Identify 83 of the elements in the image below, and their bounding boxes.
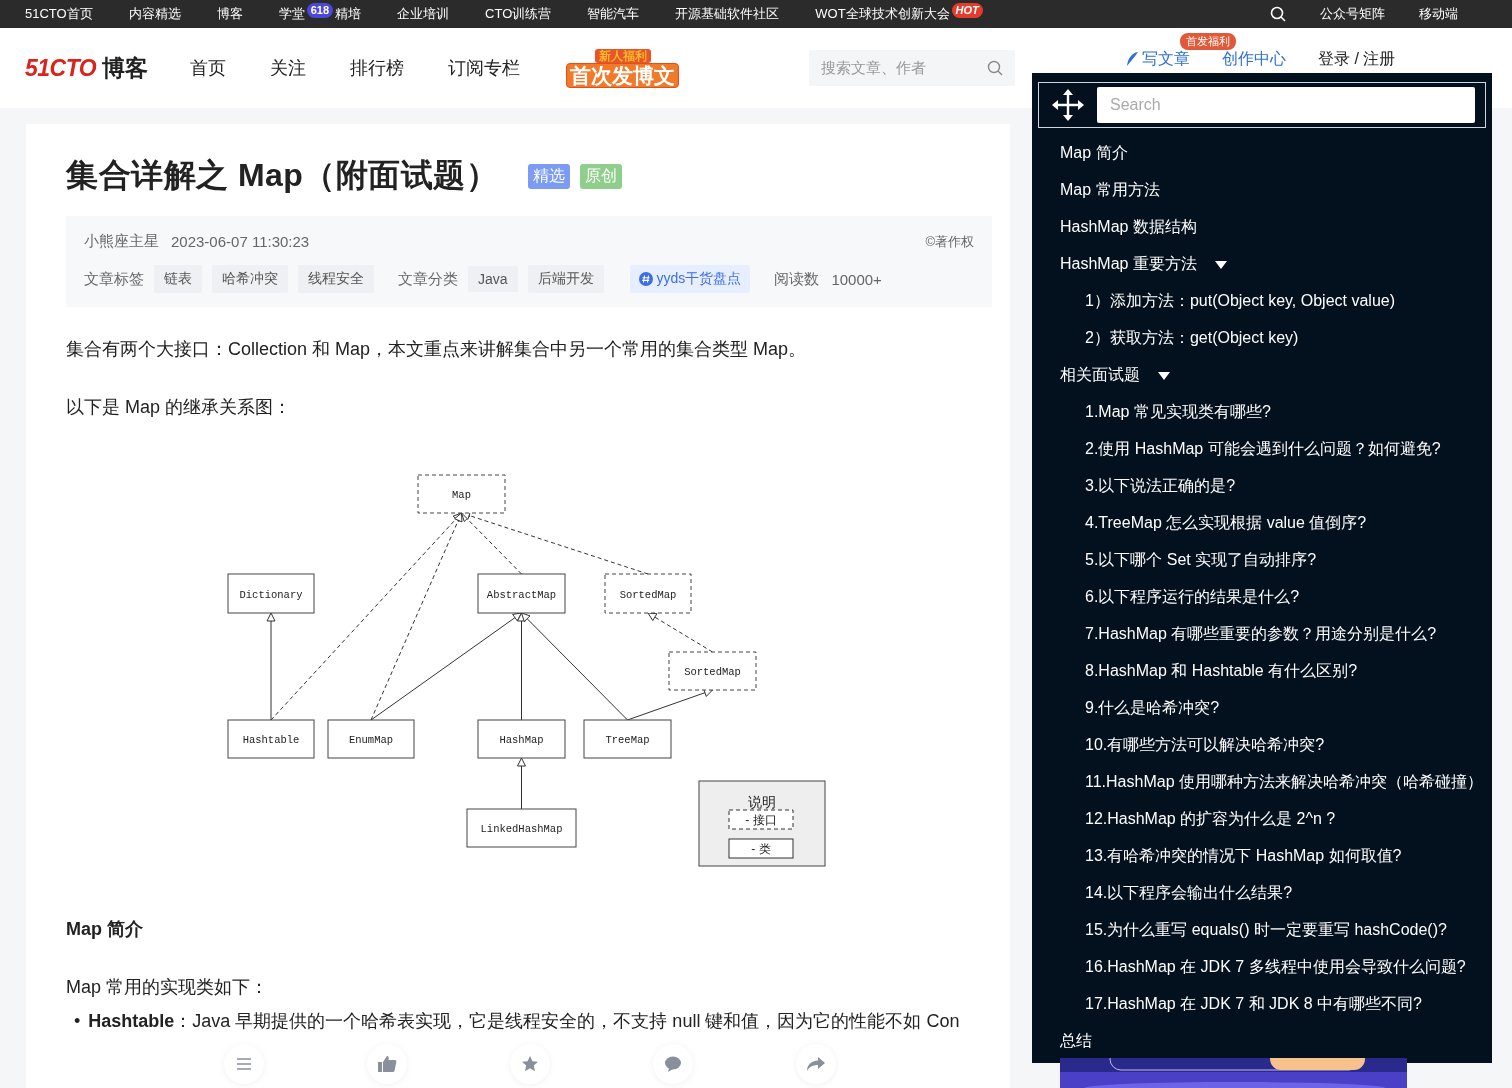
toc-item[interactable]: 16.HashMap 在 JDK 7 多线程中使用会导致什么问题? bbox=[1085, 957, 1466, 978]
toc-item[interactable]: 7.HashMap 有哪些重要的参数？用途分别是什么? bbox=[1085, 624, 1437, 645]
write-link[interactable]: 写文章 bbox=[1125, 50, 1190, 68]
login-link[interactable]: 登录 / 注册 bbox=[1318, 50, 1396, 68]
nav-link[interactable]: 51CTO首页 bbox=[25, 5, 93, 23]
class-node: SortedMap bbox=[604, 573, 692, 614]
nav-link[interactable]: WOT全球技术创新大会 HOT bbox=[815, 5, 985, 23]
promo-badge: 首发福利 bbox=[1180, 33, 1236, 50]
class-node: TreeMap bbox=[583, 719, 672, 759]
nav-link[interactable]: 订阅专栏 bbox=[448, 56, 520, 80]
legend-box: 说明 - 接口 - 类 bbox=[698, 780, 826, 867]
toc-item[interactable]: 2.使用 HashMap 可能会遇到什么问题？如何避免? bbox=[1085, 439, 1441, 460]
paragraph: 以下是 Map 的继承关系图： bbox=[66, 396, 293, 419]
topic-chip[interactable]: yyds干货盘点 bbox=[629, 265, 751, 293]
nav-link[interactable]: 公众号矩阵 bbox=[1320, 5, 1385, 23]
toc-item[interactable]: 11.HashMap 使用哪种方法来解决哈希冲突（哈希碰撞） bbox=[1085, 772, 1483, 793]
toc-item[interactable]: 总结 bbox=[1060, 1031, 1092, 1052]
toc-item[interactable]: HashMap 数据结构 bbox=[1060, 217, 1197, 238]
category-chip[interactable]: Java bbox=[468, 266, 518, 292]
class-node: EnumMap bbox=[327, 719, 415, 759]
class-node: AbstractMap bbox=[477, 573, 566, 614]
creator-center-link[interactable]: 创作中心 bbox=[1222, 50, 1286, 68]
tag-chip[interactable]: 哈希冲突 bbox=[212, 265, 288, 293]
bullet-marker: • bbox=[74, 1010, 81, 1033]
class-node: Hashtable bbox=[227, 719, 315, 759]
nav-link[interactable]: 智能汽车 bbox=[587, 5, 640, 23]
paragraph: 集合有两个大接口：Collection 和 Map，本文重点来讲解集合中另一个常用的集合类型 Map。 bbox=[66, 338, 808, 361]
nav-link[interactable]: 学堂 618 精培 bbox=[278, 5, 362, 23]
toc-item[interactable]: 2）获取方法：get(Object key) bbox=[1085, 328, 1299, 349]
section-heading: Map 简介 bbox=[66, 918, 144, 941]
toc-item[interactable]: 5.以下哪个 Set 实现了自动排序? bbox=[1085, 550, 1317, 571]
toc-item[interactable]: Map 简介 bbox=[1060, 143, 1128, 164]
article-badge: 精选 bbox=[528, 163, 571, 189]
nav-link[interactable]: 关注 bbox=[270, 56, 306, 80]
legend-item: - 接口 bbox=[728, 809, 794, 830]
tag-chip[interactable]: 链表 bbox=[154, 265, 202, 293]
toc-item[interactable]: 14.以下程序会输出什么结果? bbox=[1085, 883, 1293, 904]
paragraph: Map 常用的实现类如下： bbox=[66, 976, 270, 999]
toc-item[interactable]: HashMap 重要方法 bbox=[1060, 254, 1197, 275]
nav-link[interactable]: CTO训练营 bbox=[485, 5, 552, 23]
toc-item[interactable]: 3.以下说法正确的是? bbox=[1085, 476, 1236, 497]
toc-item[interactable]: Map 常用方法 bbox=[1060, 180, 1160, 201]
class-node: LinkedHashMap bbox=[466, 808, 577, 848]
publish-date: 2023-06-07 11:30:23 bbox=[171, 233, 310, 250]
toc-item[interactable]: 4.TreeMap 怎么实现根据 value 值倒序? bbox=[1085, 513, 1367, 534]
article-badge: 原创 bbox=[580, 163, 623, 189]
article-title: 集合详解之 Map（附面试题） bbox=[66, 156, 499, 195]
tag-chip[interactable]: 线程安全 bbox=[298, 265, 374, 293]
search-field[interactable]: Search bbox=[1097, 87, 1475, 123]
reads-label: 阅读数 bbox=[774, 269, 820, 289]
class-node: Map bbox=[417, 474, 506, 514]
list-item: Hashtable：Java 早期提供的一个哈希表实现，它是线程安全的，不支持 null 键和值，因为它的性能不如 Con bbox=[88, 1010, 960, 1033]
class-node: HashMap bbox=[477, 719, 566, 759]
toc-item[interactable]: 9.什么是哈希冲突? bbox=[1085, 698, 1220, 719]
class-node: SortedMap bbox=[668, 651, 757, 691]
toc-item[interactable]: 相关面试题 bbox=[1060, 365, 1140, 386]
site-logo[interactable]: 51CTO 博客 bbox=[25, 52, 190, 84]
toc-item[interactable]: 10.有哪些方法可以解决哈希冲突? bbox=[1085, 735, 1325, 756]
tags-label: 文章标签 bbox=[84, 269, 144, 289]
toc-item[interactable]: 6.以下程序运行的结果是什么? bbox=[1085, 587, 1300, 608]
nav-link[interactable]: 开源基础软件社区 bbox=[675, 5, 780, 23]
copyright-label: ©著作权 bbox=[925, 232, 974, 251]
nav-link[interactable]: 首页 bbox=[190, 56, 226, 80]
class-node: Dictionary bbox=[227, 573, 315, 614]
toc-item[interactable]: 12.HashMap 的扩容为什么是 2^n ? bbox=[1085, 809, 1336, 830]
category-label: 文章分类 bbox=[398, 269, 458, 289]
nav-badge: 618 bbox=[306, 2, 334, 18]
read-count: 10000+ bbox=[831, 270, 882, 288]
toc-item[interactable]: 13.有哈希冲突的情况下 HashMap 如何取值? bbox=[1085, 846, 1402, 867]
toc-item[interactable]: 1.Map 常见实现类有哪些? bbox=[1085, 402, 1271, 423]
author-link[interactable]: 小熊座主星 bbox=[84, 232, 159, 251]
nav-link[interactable]: 内容精选 bbox=[128, 5, 181, 23]
legend-item: - 类 bbox=[728, 838, 794, 859]
toc-item[interactable]: 8.HashMap 和 Hashtable 有什么区别? bbox=[1085, 661, 1358, 682]
toc-item[interactable]: 15.为什么重写 equals() 时一定要重写 hashCode()? bbox=[1085, 920, 1447, 941]
category-chip[interactable]: 后端开发 bbox=[527, 265, 604, 293]
nav-link[interactable]: 排行榜 bbox=[350, 56, 404, 80]
nav-link[interactable]: 博客 bbox=[216, 5, 243, 23]
toc-item[interactable]: 1）添加方法：put(Object key, Object value) bbox=[1085, 291, 1396, 312]
nav-link[interactable]: 移动端 bbox=[1419, 5, 1458, 23]
toc-item[interactable]: 17.HashMap 在 JDK 7 和 JDK 8 中有哪些不同? bbox=[1085, 994, 1422, 1015]
nav-link[interactable]: 企业培训 bbox=[397, 5, 450, 23]
nav-badge: HOT bbox=[951, 2, 983, 18]
